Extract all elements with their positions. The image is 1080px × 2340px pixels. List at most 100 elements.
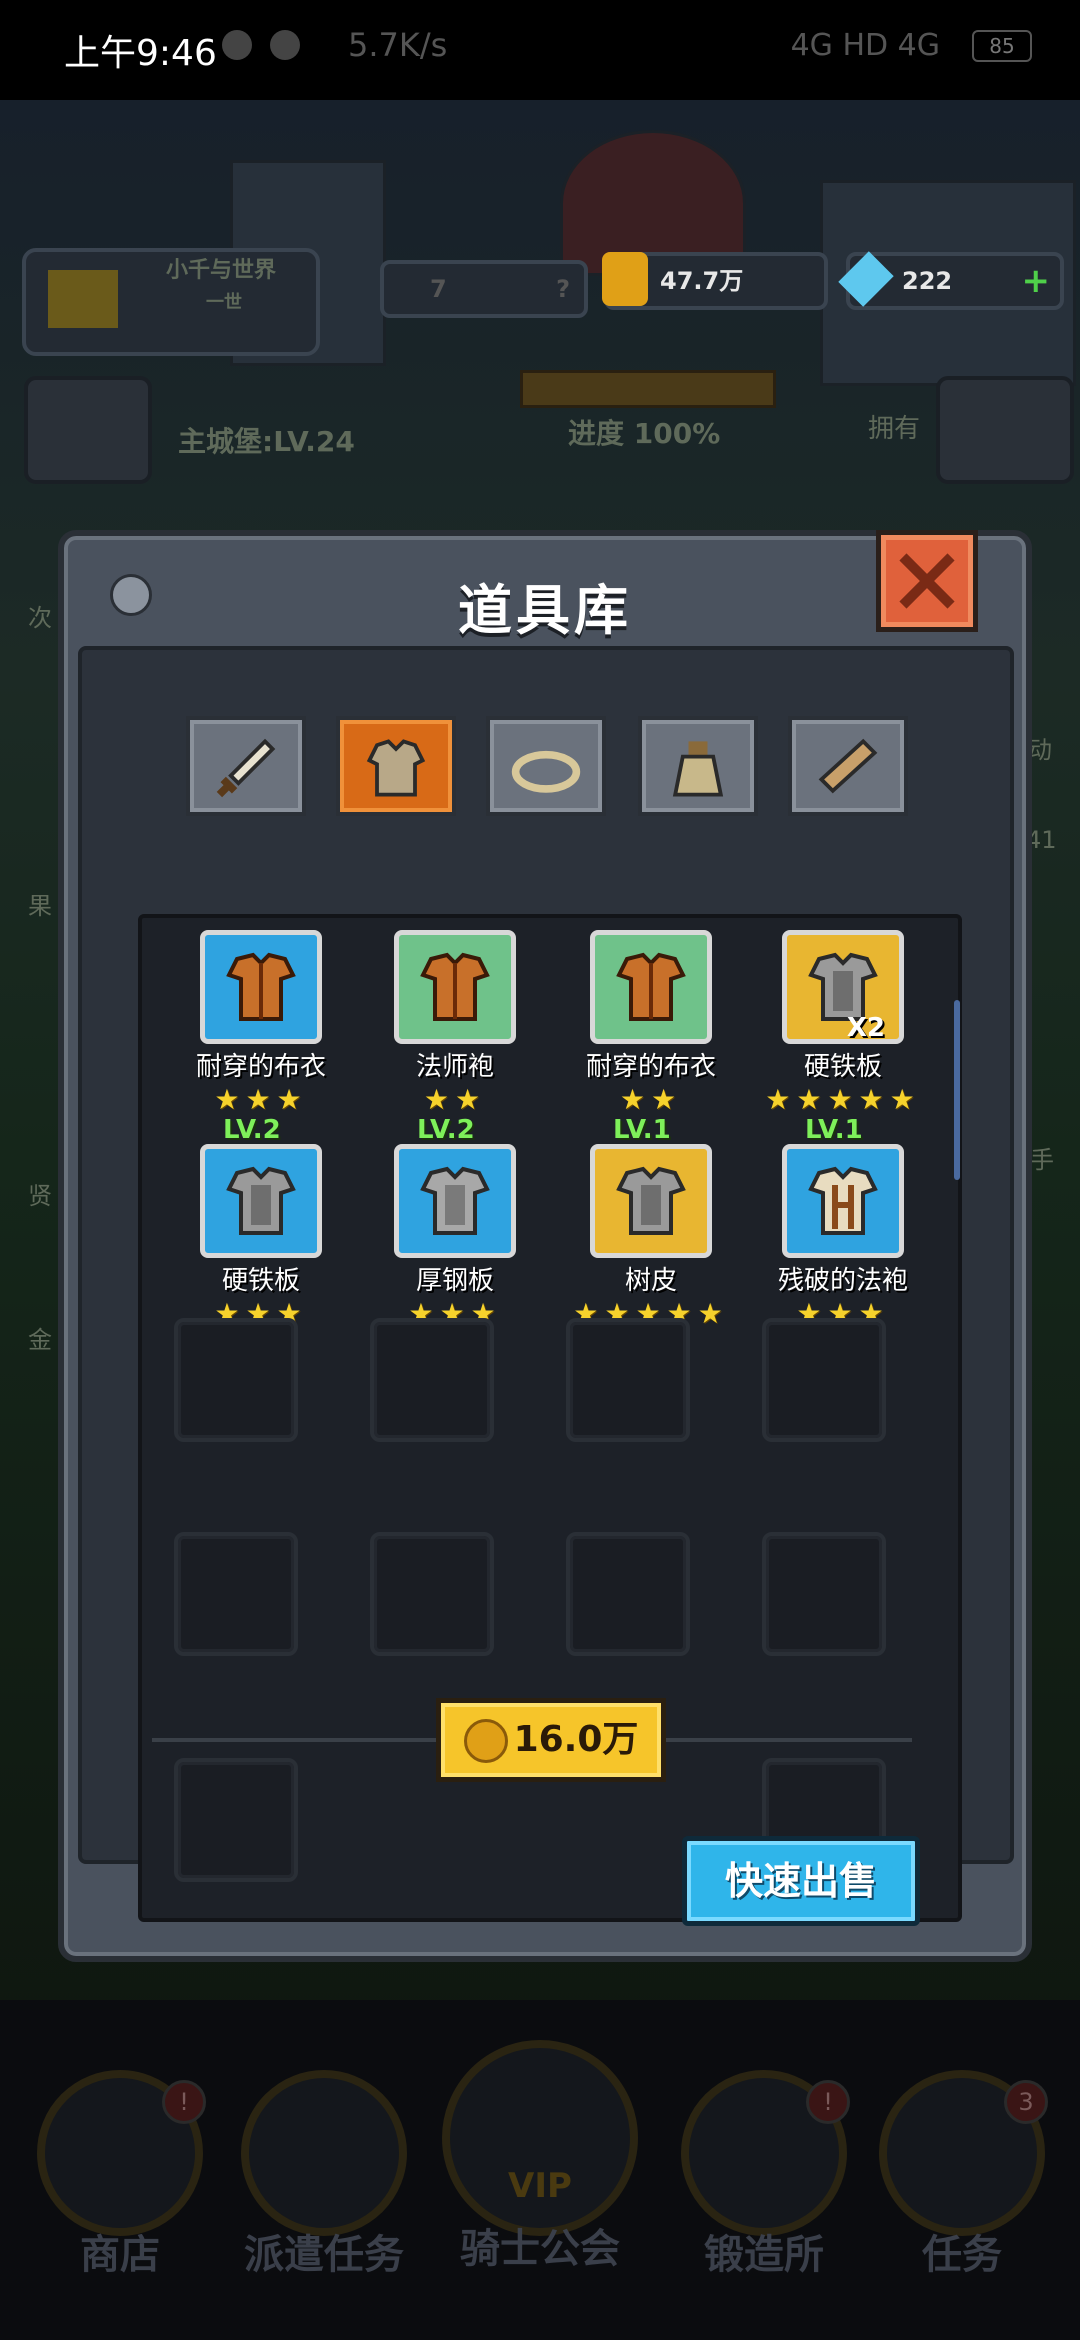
empty-slot[interactable] [174,1758,298,1882]
knight-helmet-icon [442,2040,638,2236]
cloth-armor-icon [226,952,296,1021]
item-frame: X2 [782,930,904,1044]
bottom-navigation: ! 商店 派遣任务 VIP 骑士公会 ! 锻造所 3 任务 [0,2000,1080,2340]
bark-armor-icon [616,1166,686,1235]
status-bar: 上午9:46 5.7K/s 4G HD 4G 85 [0,0,1080,100]
nav-forge[interactable]: ! 锻造所 [664,2070,864,2280]
nav-shop[interactable]: ! 商店 [20,2070,220,2280]
quick-sell-button[interactable]: 快速出售 [682,1836,920,1926]
tab-weapon[interactable] [186,716,306,816]
notification-icon [222,30,252,60]
scrollbar[interactable] [954,1000,960,1180]
item-level: LV.1 [805,1115,863,1145]
inventory-item[interactable]: LV.1 残破的法袍 ★★★ [728,1115,958,1331]
item-name: 残破的法袍 [777,1266,908,1296]
empty-slot[interactable] [174,1318,298,1442]
owned-label: 拥有 [868,414,921,444]
tab-ring[interactable] [486,716,606,816]
item-frame: LV.2 [200,1115,322,1258]
gold-coin-icon [463,1719,508,1763]
nav-label: 派遣任务 [244,2232,404,2278]
gold-value: 47.7万 [660,267,744,295]
tab-potion[interactable] [638,716,758,816]
progress-bar [520,370,776,408]
item-frame: LV.1 [782,1115,904,1258]
sell-price-value: 16.0万 [513,1719,639,1760]
clock: 上午9:46 [64,33,217,74]
alert-badge: ! [162,2080,206,2124]
side-label: 贤 [28,1182,52,1210]
empty-slot[interactable] [370,1318,494,1442]
cloth-armor-icon [616,952,686,1021]
gem-counter[interactable]: 222 + [838,251,1064,310]
ring-icon [511,750,581,793]
nav-knight-guild[interactable]: VIP 骑士公会 [440,2040,640,2274]
count-badge: 3 [1004,2080,1048,2124]
empty-slot[interactable] [566,1532,690,1656]
empty-slot[interactable] [174,1532,298,1656]
signal-indicator: 4G HD 4G [790,28,940,63]
item-name: 硬铁板 [803,1052,882,1082]
item-frame [590,930,712,1044]
item-frame: LV.1 [590,1115,712,1258]
player-rank: 一世 [206,292,242,313]
item-frame [200,930,322,1044]
nav-label: 锻造所 [704,2232,824,2278]
torn-robe-icon [808,1166,878,1235]
item-level: LV.1 [613,1115,671,1145]
diamond-icon [838,251,894,307]
empty-slot[interactable] [762,1318,886,1442]
item-level: LV.2 [417,1115,475,1145]
nav-label: 商店 [80,2232,160,2278]
sell-price-badge: 16.0万 [436,1698,666,1782]
side-label: 果 [28,892,52,920]
close-button[interactable] [876,530,978,632]
gold-coin-icon [602,252,648,306]
battery-indicator: 85 [972,30,1032,62]
empty-slot[interactable] [762,1532,886,1656]
progress-text: 进度 100% [568,417,721,450]
dispatch-icon [241,2070,407,2236]
help-icon[interactable]: ? [556,264,570,314]
steel-plate-icon [420,1166,490,1235]
crown-icon [48,270,118,328]
item-frame: LV.2 [394,1115,516,1258]
item-level: LV.2 [223,1115,281,1145]
item-stars: ★★★★★ [765,1083,921,1116]
up-arrow-button[interactable] [24,376,152,484]
dialog-body: 耐穿的布衣 ★★★ 法师袍 ★★ 耐穿的布衣 ★★ X2 硬铁板 ★★★★★ L… [78,646,1014,1922]
network-speed: 5.7K/s [348,26,448,64]
gem-value: 222 [902,267,953,295]
nav-label: 骑士公会 [460,2226,620,2272]
add-gems-icon[interactable]: + [1022,256,1051,306]
wood-log-icon [818,738,878,794]
mage-robe-icon [420,952,490,1021]
empty-slot[interactable] [370,1532,494,1656]
nav-label: 任务 [922,2232,1002,2278]
vip-label: VIP [508,2166,572,2206]
potion-icon [672,741,724,797]
gold-counter[interactable]: 47.7万 [602,252,828,310]
side-label: 手 [1030,1146,1054,1174]
iron-plate-icon [226,1166,296,1235]
alarm-icon [270,30,300,60]
keys-counter[interactable]: 7 ? [380,260,588,318]
player-card[interactable]: 小千与世界 一世 [22,248,320,356]
sword-icon [216,738,276,798]
right-up-arrow-button[interactable] [936,376,1074,484]
item-count: X2 [846,1013,885,1043]
keys-value: 7 [430,275,447,303]
alert-badge: ! [806,2080,850,2124]
empty-slot[interactable] [566,1318,690,1442]
side-label: 次 [28,604,52,632]
side-label: 金 [28,1326,52,1354]
armor-icon [366,739,426,797]
tab-armor[interactable] [336,716,456,816]
castle-level: 主城堡:LV.24 [178,425,355,458]
inventory-item[interactable]: X2 硬铁板 ★★★★★ [728,930,958,1117]
nav-dispatch[interactable]: 派遣任务 [224,2070,424,2280]
item-frame [394,930,516,1044]
nav-quests[interactable]: 3 任务 [862,2070,1062,2280]
tab-material[interactable] [788,716,908,816]
item-storage-dialog: 道具库 耐穿的布衣 ★★★ 法师袍 ★★ 耐穿的布衣 ★★ X2 硬铁板 ★★★… [58,530,1032,1962]
